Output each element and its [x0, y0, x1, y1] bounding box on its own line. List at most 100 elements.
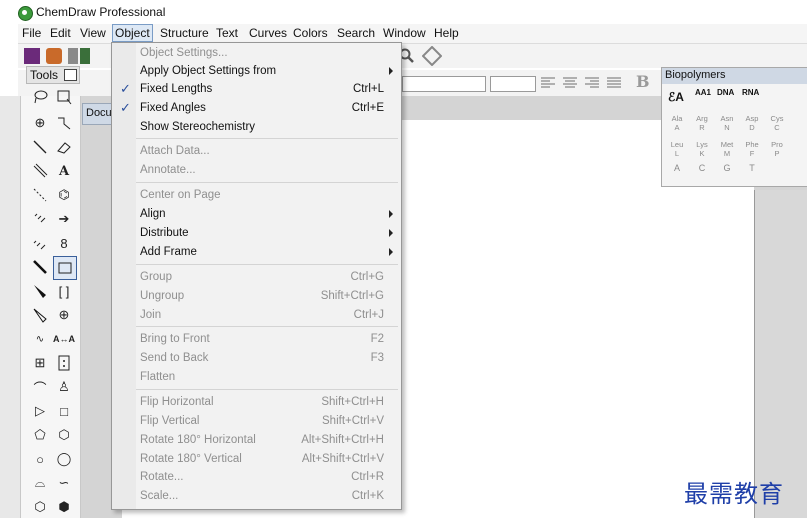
new-document-icon[interactable] — [24, 48, 40, 64]
hashed-bond-icon[interactable] — [29, 208, 51, 230]
nucleotide-c[interactable]: C — [692, 164, 712, 173]
chair-alt-icon[interactable]: ∽ — [53, 472, 75, 494]
menu-file[interactable]: File — [22, 26, 41, 40]
multicenter-icon[interactable]: ⌒ — [29, 376, 51, 398]
aa1-button[interactable]: AA1 — [695, 88, 711, 97]
menu-item-scale[interactable]: Scale... Ctrl+K — [112, 488, 401, 506]
align-right-icon[interactable] — [584, 76, 600, 92]
biopolymers-header[interactable]: Biopolymers — [662, 68, 807, 84]
nucleotide-t[interactable]: T — [742, 164, 762, 173]
brackets-icon[interactable]: [ ] — [53, 280, 75, 302]
open-folder-icon[interactable] — [46, 48, 62, 64]
menu-item-flip-horizontal[interactable]: Flip Horizontal Shift+Ctrl+H — [112, 394, 401, 412]
menu-item-flip-vertical[interactable]: Flip Vertical Shift+Ctrl+V — [112, 413, 401, 431]
justify-icon[interactable] — [606, 76, 622, 92]
amino-acid-cys[interactable]: Cys C — [767, 114, 787, 132]
wedge-bond-icon[interactable] — [29, 280, 51, 302]
menu-view[interactable]: View — [80, 26, 106, 40]
menu-object[interactable]: Object — [112, 24, 153, 42]
hexagon-icon[interactable]: ⬡ — [53, 424, 75, 446]
tlc-plate-icon[interactable] — [53, 352, 75, 374]
stamp-icon[interactable]: ♙ — [53, 376, 75, 398]
palette-menu-icon[interactable] — [64, 69, 77, 81]
menu-item-bring-to-front[interactable]: Bring to Front F2 — [112, 331, 401, 349]
menu-item-ungroup[interactable]: Ungroup Shift+Ctrl+G — [112, 288, 401, 306]
template-icon[interactable] — [68, 48, 78, 64]
amino-acid-leu[interactable]: Leu L — [667, 140, 687, 158]
menu-item-show-stereochemistry[interactable]: Show Stereochemistry — [112, 119, 401, 137]
template-tool-icon[interactable]: ⌬ — [53, 184, 75, 206]
amino-acid-arg[interactable]: Arg R — [692, 114, 712, 132]
bold-bond-icon[interactable] — [29, 256, 51, 278]
menu-text[interactable]: Text — [216, 26, 238, 40]
dashed-bond-icon[interactable] — [29, 184, 51, 206]
menu-window[interactable]: Window — [383, 26, 426, 40]
menu-item-fixed-angles[interactable]: ✓ Fixed Angles Ctrl+E — [112, 100, 401, 118]
menu-item-rotate-180-vertical[interactable]: Rotate 180° Vertical Alt+Shift+Ctrl+V — [112, 451, 401, 469]
rna-button[interactable]: RNA — [742, 88, 759, 97]
menu-item-flatten[interactable]: Flatten — [112, 369, 401, 387]
align-left-icon[interactable] — [540, 76, 556, 92]
amino-acid-asp[interactable]: Asp D — [742, 114, 762, 132]
amino-acid-ala[interactable]: Ala A — [667, 114, 687, 132]
menu-item-join[interactable]: Join Ctrl+J — [112, 307, 401, 325]
chain-icon[interactable] — [53, 112, 75, 134]
menu-item-rotate-180-horizontal[interactable]: Rotate 180° Horizontal Alt+Shift+Ctrl+H — [112, 432, 401, 450]
menu-item-align[interactable]: Align — [112, 206, 401, 224]
amino-acid-lys[interactable]: Lys K — [692, 140, 712, 158]
font-select[interactable] — [402, 76, 486, 92]
dna-button[interactable]: DNA — [717, 88, 734, 97]
benzene-icon[interactable]: ⬢ — [53, 496, 75, 518]
menu-item-group[interactable]: Group Ctrl+G — [112, 269, 401, 287]
menu-item-send-to-back[interactable]: Send to Back F3 — [112, 350, 401, 368]
amino-acid-met[interactable]: Met M — [717, 140, 737, 158]
align-center-icon[interactable] — [562, 76, 578, 92]
bold-icon[interactable]: B — [636, 72, 652, 91]
tools-palette-header[interactable]: Tools — [26, 66, 80, 84]
charge-icon[interactable]: ⊕ — [53, 304, 75, 326]
amino-acid-pro[interactable]: Pro P — [767, 140, 787, 158]
amino-acid-phe[interactable]: Phe F — [742, 140, 762, 158]
menu-item-apply-object-settings-from[interactable]: Apply Object Settings from — [112, 63, 401, 81]
menu-item-add-frame[interactable]: Add Frame — [112, 244, 401, 262]
menu-item-attach-data[interactable]: Attach Data... — [112, 143, 401, 161]
menu-help[interactable]: Help — [434, 26, 459, 40]
rotate-icon[interactable]: ⊕ — [29, 112, 51, 134]
amino-acid-asn[interactable]: Asn N — [717, 114, 737, 132]
menu-item-distribute[interactable]: Distribute — [112, 225, 401, 243]
wavy-bond-icon[interactable]: ∿ — [29, 328, 51, 350]
square-icon[interactable]: □ — [53, 400, 75, 422]
pentagon-icon[interactable]: ⬠ — [29, 424, 51, 446]
menu-item-annotate[interactable]: Annotate... — [112, 162, 401, 180]
font-size-select[interactable] — [490, 76, 536, 92]
orbital-icon[interactable]: 8 — [53, 232, 75, 254]
benzene-circle-icon[interactable]: ◯ — [53, 448, 75, 470]
text-tool-icon[interactable]: A — [53, 160, 75, 182]
hashed-wedge-icon[interactable] — [29, 232, 51, 254]
save-icon[interactable] — [80, 48, 90, 64]
circle-icon[interactable]: ○ — [29, 448, 51, 470]
single-bond-icon[interactable] — [29, 136, 51, 158]
atom-map-icon[interactable]: A↔A — [53, 328, 75, 350]
eraser-icon[interactable] — [53, 136, 75, 158]
hollow-wedge-icon[interactable] — [29, 304, 51, 326]
table-icon[interactable]: ⊞ — [29, 352, 51, 374]
menu-structure[interactable]: Structure — [160, 26, 209, 40]
nucleotide-a[interactable]: A — [667, 164, 687, 173]
menu-item-center-on-page[interactable]: Center on Page — [112, 187, 401, 205]
lasso-icon[interactable] — [29, 86, 51, 108]
peptide-tool-icon[interactable]: ℰA — [668, 90, 684, 104]
triangle-icon[interactable]: ▷ — [29, 400, 51, 422]
arrow-tool-icon[interactable]: ➔ — [53, 208, 75, 230]
menu-search[interactable]: Search — [337, 26, 375, 40]
chair-icon[interactable]: ⌓ — [29, 472, 51, 494]
diamond-shape-icon[interactable] — [421, 45, 443, 67]
nucleotide-g[interactable]: G — [717, 164, 737, 173]
double-bond-icon[interactable] — [29, 160, 51, 182]
menu-curves[interactable]: Curves — [249, 26, 287, 40]
menu-edit[interactable]: Edit — [50, 26, 71, 40]
menu-item-object-settings[interactable]: Object Settings... — [112, 45, 401, 63]
drawing-element-icon[interactable] — [53, 256, 77, 280]
menu-item-rotate[interactable]: Rotate... Ctrl+R — [112, 469, 401, 487]
heptagon-icon[interactable]: ⬡ — [29, 496, 51, 518]
